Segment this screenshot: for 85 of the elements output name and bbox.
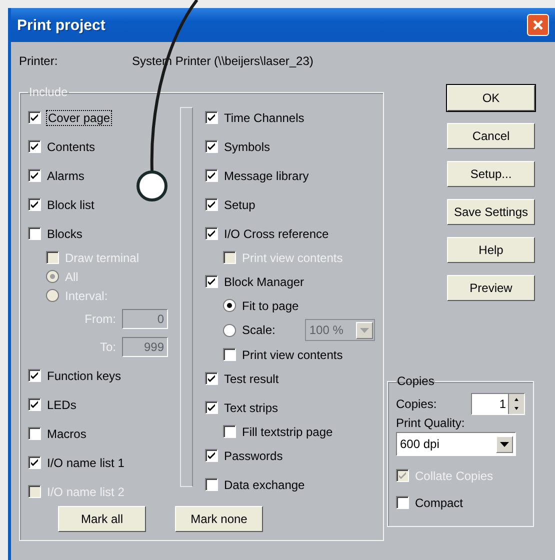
radio-label: Scale: xyxy=(242,323,276,337)
check-icon xyxy=(207,113,216,122)
checkbox-label: Time Channels xyxy=(224,110,304,124)
checkbox[interactable] xyxy=(205,275,218,288)
checkbox-label: Fill textstrip page xyxy=(242,424,333,438)
checkbox[interactable] xyxy=(28,369,41,382)
checkbox-label: LEDs xyxy=(47,398,76,412)
check-icon xyxy=(207,277,216,286)
check-icon xyxy=(30,458,39,467)
checkbox[interactable] xyxy=(28,398,41,411)
checkbox-label: Test result xyxy=(224,372,279,386)
quality-label: Print Quality: xyxy=(396,416,466,430)
check-icon xyxy=(207,451,216,460)
checkbox[interactable] xyxy=(223,425,236,438)
checkbox[interactable] xyxy=(28,198,41,211)
caret-icon xyxy=(500,442,509,446)
checkbox[interactable] xyxy=(205,198,218,211)
dialog-button[interactable]: Setup... xyxy=(447,161,535,187)
mark-button[interactable]: Mark none xyxy=(175,506,263,532)
window-title: Print project xyxy=(17,16,106,34)
checkbox-label: Print view contents xyxy=(242,348,343,362)
checkbox[interactable] xyxy=(205,372,218,385)
dialog-button[interactable]: Preview xyxy=(447,275,535,301)
radio-label: Fit to page xyxy=(242,298,299,312)
check-icon xyxy=(207,374,216,383)
checkbox-label: Message library xyxy=(224,168,309,182)
checkbox-label: Compact xyxy=(415,496,464,510)
checkbox-label: Blocks xyxy=(47,226,82,240)
checkbox-label: Text strips xyxy=(224,400,278,414)
checkbox-label: I/O Cross reference xyxy=(224,226,329,240)
checkbox-label: Symbols xyxy=(224,140,270,154)
check-icon xyxy=(207,200,216,209)
check-icon xyxy=(207,171,216,180)
checkbox[interactable] xyxy=(223,348,236,361)
checkbox[interactable] xyxy=(28,140,41,153)
check-icon xyxy=(30,371,39,380)
checkbox[interactable] xyxy=(28,111,41,124)
quality-dropdown[interactable]: 600 dpi xyxy=(396,432,516,456)
copies-spinner[interactable]: 1 xyxy=(471,393,525,415)
check-icon xyxy=(30,400,39,409)
dialog-button[interactable]: OK xyxy=(447,85,535,111)
checkbox[interactable] xyxy=(28,169,41,182)
check-icon xyxy=(398,471,407,480)
check-icon xyxy=(207,403,216,412)
checkbox[interactable] xyxy=(205,401,218,414)
checkbox[interactable] xyxy=(205,169,218,182)
group-title: Copies xyxy=(396,374,436,388)
checkbox-label: Cover page xyxy=(47,110,112,124)
checkbox[interactable] xyxy=(205,449,218,462)
checkbox[interactable] xyxy=(28,227,41,240)
checkbox-label: Data exchange xyxy=(224,478,305,492)
check-icon xyxy=(30,113,39,122)
copies-label: Copies: xyxy=(396,397,437,411)
checkbox[interactable] xyxy=(28,456,41,469)
checkbox-label: Passwords xyxy=(224,448,283,462)
checkbox[interactable] xyxy=(205,478,218,491)
check-icon xyxy=(30,142,39,151)
checkbox[interactable] xyxy=(205,227,218,240)
checkbox-label: Alarms xyxy=(47,168,84,182)
checkbox[interactable] xyxy=(396,496,409,509)
checkbox-label: I/O name list 1 xyxy=(47,456,124,470)
checkbox-label: Setup xyxy=(224,198,256,212)
check-icon xyxy=(207,229,216,238)
checkbox[interactable] xyxy=(28,427,41,440)
checkbox-label: Function keys xyxy=(47,368,122,382)
dialog-button[interactable]: Cancel xyxy=(447,123,535,149)
caret-icon xyxy=(360,328,369,332)
checkbox[interactable] xyxy=(205,140,218,153)
checkbox-label: Contents xyxy=(47,140,96,154)
group-title: Include xyxy=(28,85,69,99)
checkbox-label: Block list xyxy=(47,198,94,212)
check-icon xyxy=(30,171,39,180)
checkbox-label: Block Manager xyxy=(224,274,304,288)
check-icon xyxy=(30,200,39,209)
mark-button[interactable]: Mark all xyxy=(58,506,146,532)
checkbox[interactable] xyxy=(205,111,218,124)
radio-button[interactable] xyxy=(223,324,236,336)
printer-label: Printer: xyxy=(19,54,59,68)
close-button[interactable] xyxy=(527,14,549,36)
close-icon xyxy=(532,19,544,31)
dialog-button[interactable]: Save Settings xyxy=(447,199,535,225)
checkbox-label: Macros xyxy=(47,426,86,440)
radio-button[interactable] xyxy=(223,299,236,312)
check-icon xyxy=(207,142,216,151)
dialog-button[interactable]: Help xyxy=(447,237,535,263)
